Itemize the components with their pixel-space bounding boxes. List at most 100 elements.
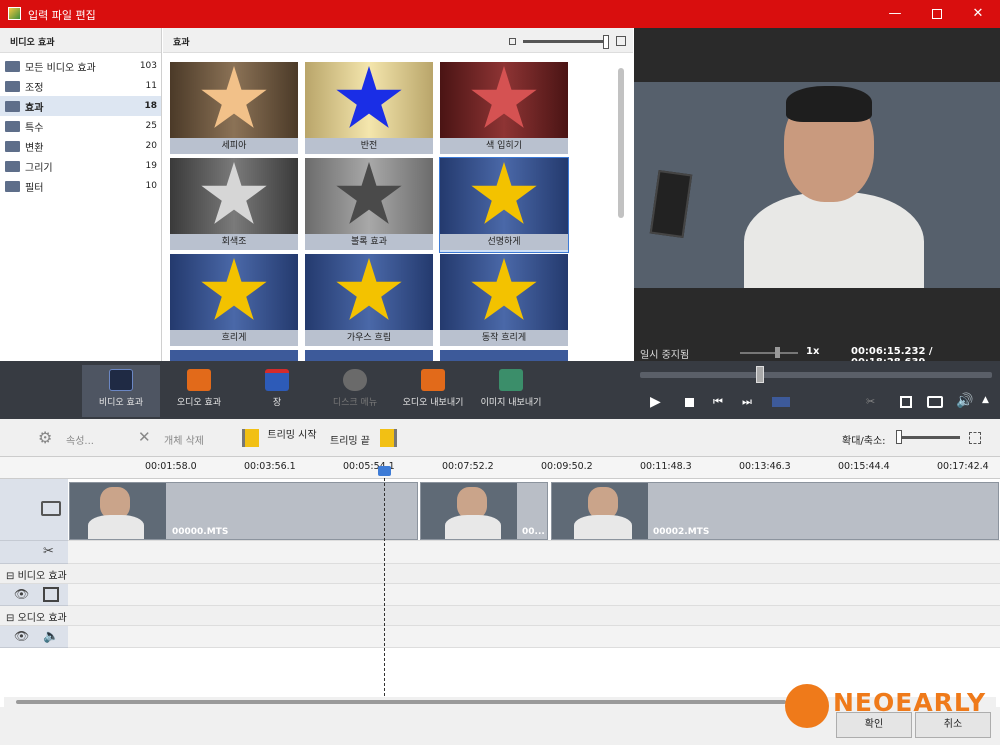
- effect-tile-colorize[interactable]: 색 입히기: [440, 62, 568, 156]
- playback-status: 일시 중지됨: [640, 350, 690, 361]
- export-audio-button[interactable]: 오디오 내보내기: [394, 365, 472, 417]
- delete-object-button[interactable]: 개체 삭제: [164, 432, 204, 447]
- app-icon: [8, 7, 21, 20]
- volume-dropdown-icon[interactable]: ▲: [982, 395, 989, 405]
- video-effects-section[interactable]: ⊟ 비디오 효과: [0, 564, 1000, 584]
- effect-tile-gaussian-blur[interactable]: 가우스 흐림: [305, 254, 433, 348]
- collapse-icon[interactable]: ⊟: [6, 571, 14, 582]
- snapshot-icon[interactable]: [927, 396, 943, 408]
- trim-start-button[interactable]: 트리밍 시작: [266, 426, 318, 441]
- effect-tile-partial[interactable]: [305, 350, 433, 361]
- stop-icon[interactable]: [685, 398, 694, 407]
- watermark-text: NEOEARLY: [833, 688, 987, 717]
- clip-thumbnail: [70, 483, 166, 539]
- preview-mode-icon[interactable]: [772, 397, 790, 407]
- video-effects-track: [68, 584, 1000, 606]
- star-icon: [471, 66, 537, 128]
- fullscreen-icon[interactable]: [900, 396, 912, 408]
- window-title: 입력 파일 편집: [28, 9, 96, 22]
- zoom-slider-handle[interactable]: [896, 430, 902, 444]
- video-frame-device: [649, 169, 693, 239]
- speed-value: 1x: [806, 346, 820, 357]
- eye-icon[interactable]: 👁: [14, 629, 29, 643]
- category-item[interactable]: 변환 20: [0, 136, 161, 156]
- video-preview[interactable]: [634, 82, 1000, 288]
- clip-thumbnail: [421, 483, 517, 539]
- collapse-icon[interactable]: ⊟: [6, 613, 14, 624]
- time-ruler[interactable]: 00:01:58.0 00:03:56.1 00:05:54.1 00:07:5…: [0, 457, 1000, 479]
- video-effect-icon: [43, 587, 59, 602]
- category-panel: 비디오 효과 모든 비디오 효과 103 조정 11 효과 18 특수 25 변환 20 …: [0, 28, 162, 361]
- category-item-selected[interactable]: 효과 18: [0, 96, 161, 116]
- effects-panel: 효과 세피아 반전 색 입히기 회색조 볼록 효과 선명하게 흐리게 가우스 흐…: [163, 28, 633, 361]
- effect-tile-sharpen[interactable]: 선명하게: [439, 157, 569, 253]
- small-size-icon[interactable]: [509, 38, 516, 45]
- speed-slider-handle[interactable]: [775, 347, 780, 358]
- effect-tile-blur[interactable]: 흐리게: [170, 254, 298, 348]
- ruler-tick: 00:17:42.4: [937, 461, 989, 472]
- category-item[interactable]: 조정 11: [0, 76, 161, 96]
- effects-title: 효과: [173, 38, 190, 48]
- maximize-button[interactable]: [926, 4, 948, 24]
- category-item[interactable]: 그리기 19: [0, 156, 161, 176]
- tile-size-slider[interactable]: [523, 40, 607, 43]
- ruler-tick: 00:09:50.2: [541, 461, 593, 472]
- playback-controls: ▶ ⏮ ⏭ ✂ 🔊 ▲: [634, 361, 1000, 419]
- watermark-logo: [785, 684, 829, 728]
- large-size-icon[interactable]: [616, 36, 626, 46]
- category-item[interactable]: 필터 10: [0, 176, 161, 196]
- close-button[interactable]: ✕: [967, 4, 989, 24]
- disc-menu-button[interactable]: 디스크 메뉴: [316, 365, 394, 417]
- audio-effects-button[interactable]: 오디오 효과: [160, 365, 238, 417]
- audio-effects-track: [68, 626, 1000, 648]
- effect-tile-partial[interactable]: [440, 350, 568, 361]
- cut-icon[interactable]: ✂: [866, 395, 875, 408]
- star-icon: [201, 66, 267, 128]
- previous-frame-icon[interactable]: ⏮: [713, 395, 723, 409]
- video-clip[interactable]: 00002.MTS: [551, 482, 999, 540]
- video-clip[interactable]: 00000.MTS: [69, 482, 418, 540]
- star-icon: [471, 258, 537, 320]
- effect-tile-grayscale[interactable]: 회색조: [170, 158, 298, 252]
- star-icon: [471, 162, 537, 224]
- minimize-button[interactable]: —: [884, 4, 906, 24]
- zoom-slider[interactable]: [900, 436, 960, 439]
- gear-icon: ⚙: [38, 428, 53, 447]
- clip-name: 00002.MTS: [653, 527, 710, 537]
- audio-effects-section[interactable]: ⊟ 오디오 효과: [0, 606, 1000, 626]
- ruler-tick: 00:01:58.0: [145, 461, 197, 472]
- speed-slider[interactable]: [740, 352, 798, 354]
- effects-scrollbar[interactable]: [618, 68, 624, 218]
- tile-size-slider-handle[interactable]: [603, 35, 609, 49]
- chapters-icon: [265, 369, 289, 391]
- volume-icon[interactable]: 🔊: [956, 393, 973, 409]
- category-item[interactable]: 모든 비디오 효과 103: [0, 56, 161, 76]
- seek-bar[interactable]: [640, 372, 992, 378]
- film-icon: [41, 501, 61, 516]
- playhead-handle[interactable]: [378, 466, 391, 476]
- category-item[interactable]: 특수 25: [0, 116, 161, 136]
- category-list: 모든 비디오 효과 103 조정 11 효과 18 특수 25 변환 20 그리기 19 필…: [0, 53, 161, 196]
- video-track-header: [0, 479, 68, 541]
- next-frame-icon[interactable]: ⏭: [742, 395, 752, 409]
- video-effects-button[interactable]: 비디오 효과: [82, 365, 160, 417]
- chapters-button[interactable]: 장: [238, 365, 316, 417]
- ruler-tick: 00:11:48.3: [640, 461, 692, 472]
- trim-start-icon: [242, 429, 259, 447]
- effect-tile-sepia[interactable]: 세피아: [170, 62, 298, 156]
- play-icon[interactable]: ▶: [650, 394, 661, 410]
- video-clip[interactable]: 00...: [420, 482, 548, 540]
- audio-effects-icon: [187, 369, 211, 391]
- effect-tile-partial[interactable]: [170, 350, 298, 361]
- eye-icon[interactable]: 👁: [14, 587, 29, 601]
- effect-tile-invert[interactable]: 반전: [305, 62, 433, 156]
- seek-handle[interactable]: [756, 366, 764, 383]
- time-separator: /: [928, 346, 933, 357]
- export-image-button[interactable]: 이미지 내보내기: [472, 365, 550, 417]
- scrollbar-thumb[interactable]: [16, 700, 786, 704]
- properties-button[interactable]: 속성...: [66, 432, 94, 447]
- effect-tile-motion-blur[interactable]: 동작 흐리게: [440, 254, 568, 348]
- effect-tile-emboss[interactable]: 볼록 효과: [305, 158, 433, 252]
- fit-zoom-icon[interactable]: [969, 432, 981, 444]
- trim-end-button[interactable]: 트리밍 끝: [330, 432, 370, 447]
